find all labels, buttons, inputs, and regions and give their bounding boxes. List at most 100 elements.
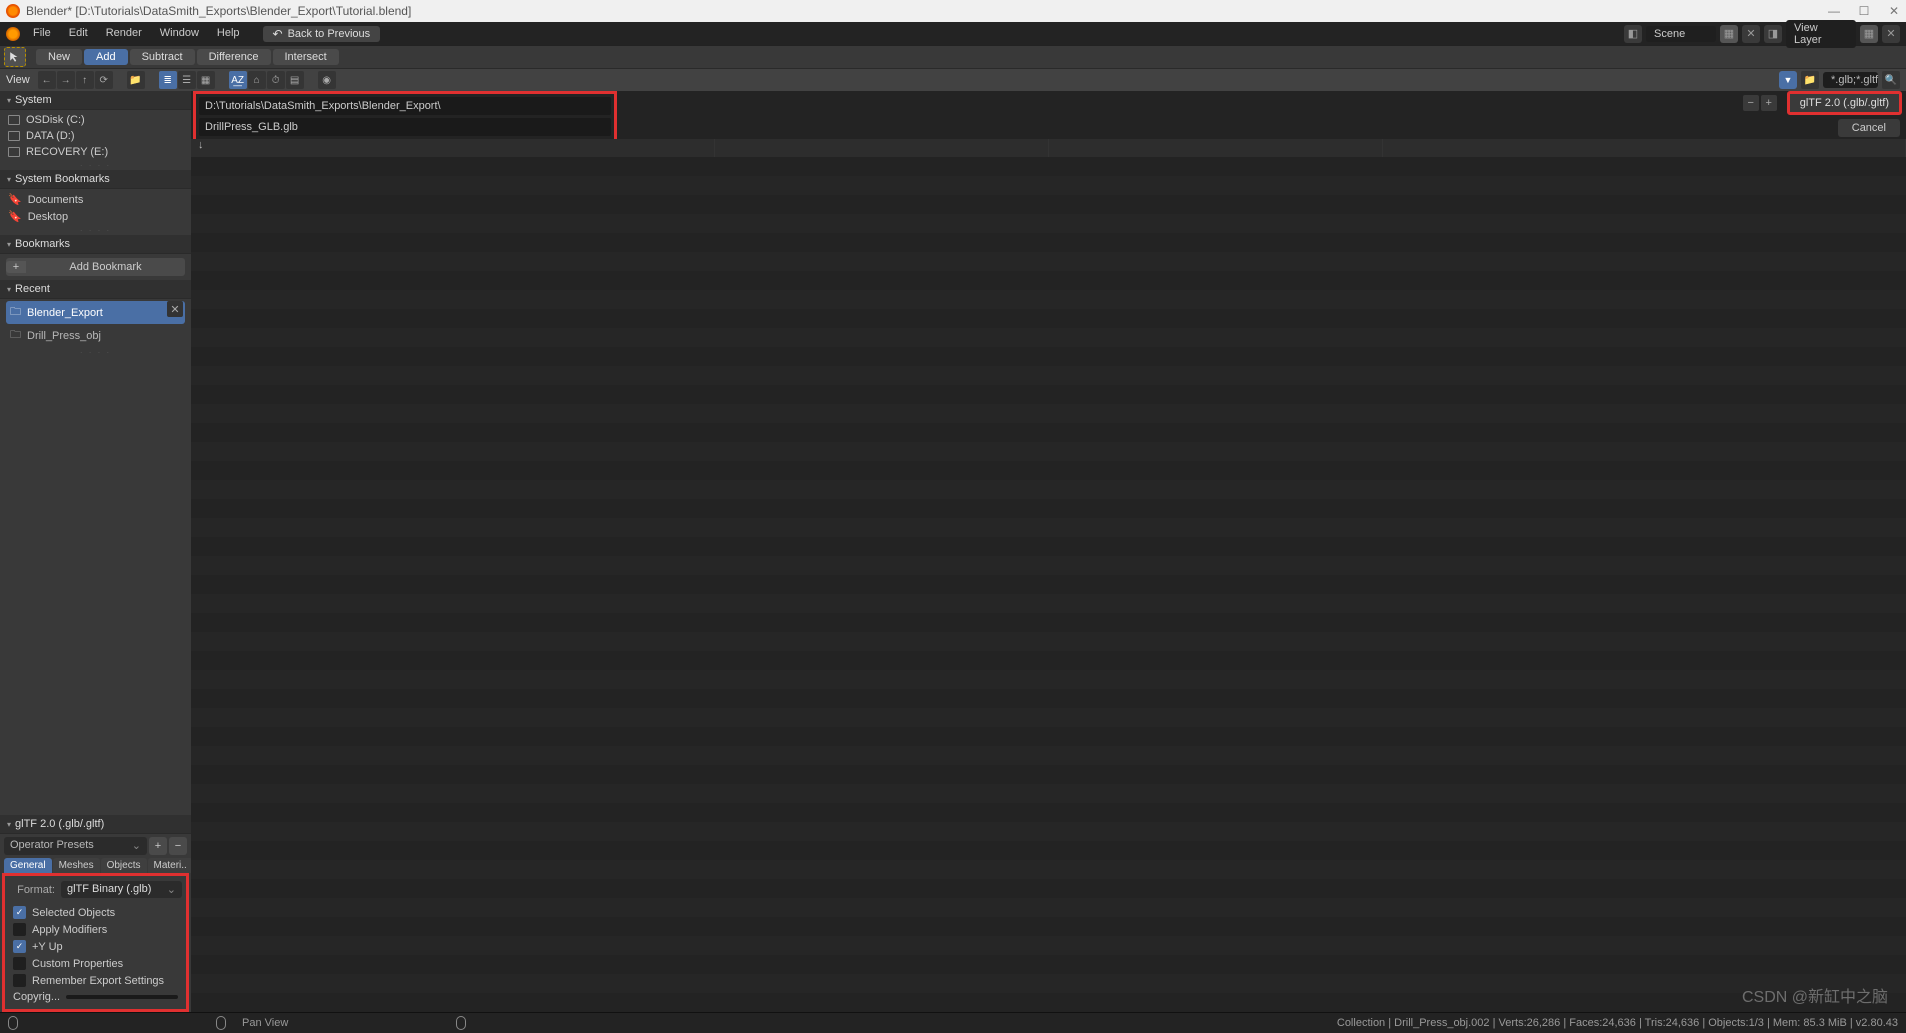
col-extra[interactable] (1383, 139, 1906, 157)
option-custom-properties[interactable]: Custom Properties (9, 955, 182, 972)
nav-back-icon[interactable]: ← (38, 71, 56, 89)
recent-header[interactable]: Recent (0, 280, 191, 299)
menu-edit[interactable]: Edit (60, 22, 97, 45)
preset-add-icon[interactable]: + (149, 837, 167, 855)
format-dropdown[interactable]: glTF Binary (.glb) (61, 881, 182, 898)
option-apply-modifiers[interactable]: Apply Modifiers (9, 921, 182, 938)
main-menubar: File Edit Render Window Help Back to Pre… (0, 22, 1906, 45)
show-hidden-icon[interactable]: ◉ (318, 71, 336, 89)
sort-ext-icon[interactable]: ⌂ (248, 71, 266, 89)
menu-render[interactable]: Render (97, 22, 151, 45)
tab-materials[interactable]: Materi.. (148, 858, 192, 873)
export-gltf-button[interactable]: glTF 2.0 (.glb/.gltf) (1787, 91, 1902, 115)
checkbox-icon[interactable] (13, 923, 26, 936)
sort-time-icon[interactable]: ⏱ (267, 71, 285, 89)
add-button[interactable]: Add (84, 49, 128, 65)
status-info: Collection | Drill_Press_obj.002 | Verts… (1337, 1017, 1898, 1029)
col-size[interactable] (1049, 139, 1383, 157)
bookmark-item[interactable]: 🔖Desktop (6, 208, 185, 225)
volume-item[interactable]: DATA (D:) (6, 128, 185, 144)
tab-general[interactable]: General (4, 858, 52, 873)
col-name[interactable]: ↓ (191, 139, 715, 157)
thumbnail-icon[interactable]: ▦ (197, 71, 215, 89)
viewlayer-browse-icon[interactable]: ▦ (1860, 25, 1878, 43)
menu-file[interactable]: File (24, 22, 60, 45)
export-header[interactable]: glTF 2.0 (.glb/.gltf) (0, 815, 191, 834)
hdd-icon (8, 147, 20, 157)
close-icon[interactable]: ✕ (1888, 4, 1900, 18)
scene-delete-icon[interactable]: ✕ (1742, 25, 1760, 43)
splitter[interactable]: · · · · (0, 227, 191, 235)
decrement-icon[interactable]: − (1743, 95, 1759, 111)
recent-item[interactable]: 🗀Blender_Export (6, 301, 185, 324)
view-menu[interactable]: View (6, 74, 30, 86)
option-y-up[interactable]: ✓+Y Up (9, 938, 182, 955)
scene-icon[interactable]: ◧ (1624, 25, 1642, 43)
intersect-button[interactable]: Intersect (273, 49, 339, 65)
menu-window[interactable]: Window (151, 22, 208, 45)
filter-icon[interactable]: ▼ (1779, 71, 1797, 89)
option-remember-settings[interactable]: Remember Export Settings (9, 972, 182, 989)
menu-help[interactable]: Help (208, 22, 249, 45)
subtract-button[interactable]: Subtract (130, 49, 195, 65)
search-icon[interactable]: 🔍 (1882, 71, 1900, 89)
add-bookmark-button[interactable]: +Add Bookmark (6, 258, 185, 276)
blender-icon[interactable] (2, 23, 24, 45)
filename-input[interactable]: DrillPress_GLB.glb (199, 118, 611, 136)
new-folder-icon[interactable]: 📁 (127, 71, 145, 89)
bool-toolbar: New Add Subtract Difference Intersect (0, 45, 1906, 68)
list-long-icon[interactable]: ☰ (178, 71, 196, 89)
new-button[interactable]: New (36, 49, 82, 65)
filter-folder-icon[interactable]: 📁 (1801, 71, 1819, 89)
viewlayer-delete-icon[interactable]: ✕ (1882, 25, 1900, 43)
cancel-button[interactable]: Cancel (1838, 119, 1900, 137)
scene-browse-icon[interactable]: ▦ (1720, 25, 1738, 43)
tab-meshes[interactable]: Meshes (53, 858, 100, 873)
recent-item[interactable]: 🗀Drill_Press_obj (6, 324, 185, 347)
sort-alpha-icon[interactable]: A͟Z (229, 71, 247, 89)
nav-refresh-icon[interactable]: ⟳ (95, 71, 113, 89)
volume-item[interactable]: OSDisk (C:) (6, 112, 185, 128)
checkbox-icon[interactable]: ✓ (13, 906, 26, 919)
system-bookmarks-header[interactable]: System Bookmarks (0, 170, 191, 189)
recent-delete-icon[interactable]: ✕ (167, 301, 183, 317)
minimize-icon[interactable]: — (1828, 4, 1840, 18)
checkbox-icon[interactable]: ✓ (13, 940, 26, 953)
nav-up-icon[interactable]: ↑ (76, 71, 94, 89)
sort-size-icon[interactable]: ▤ (286, 71, 304, 89)
option-selected-objects[interactable]: ✓Selected Objects (9, 904, 182, 921)
col-date[interactable] (715, 139, 1049, 157)
tab-objects[interactable]: Objects (101, 858, 147, 873)
copyright-input[interactable] (66, 995, 178, 999)
splitter[interactable]: · · · · (0, 349, 191, 357)
system-header[interactable]: System (0, 91, 191, 110)
cursor-tool-icon[interactable] (4, 47, 26, 67)
operator-presets-dropdown[interactable]: Operator Presets (4, 837, 147, 855)
difference-button[interactable]: Difference (197, 49, 271, 65)
file-toolbar: View ← → ↑ ⟳ 📁 ≣ ☰ ▦ A͟Z ⌂ ⏱ ▤ ◉ ▼ 📁 *.g… (0, 68, 1906, 91)
viewlayer-input[interactable]: View Layer (1786, 20, 1856, 48)
filter-input[interactable]: *.glb;*.gltf (1823, 72, 1878, 88)
scene-input[interactable]: Scene (1646, 26, 1716, 42)
status-bar: Pan View Collection | Drill_Press_obj.00… (0, 1012, 1906, 1033)
increment-icon[interactable]: + (1761, 95, 1777, 111)
folder-icon: 🗀 (10, 326, 21, 345)
bookmark-item[interactable]: 🔖Documents (6, 191, 185, 208)
maximize-icon[interactable]: ☐ (1858, 4, 1870, 18)
splitter[interactable]: · · · · (0, 162, 191, 170)
checkbox-icon[interactable] (13, 957, 26, 970)
viewlayer-icon[interactable]: ◨ (1764, 25, 1782, 43)
format-label: Format: (9, 884, 55, 896)
checkbox-icon[interactable] (13, 974, 26, 987)
bookmarks-header[interactable]: Bookmarks (0, 235, 191, 254)
nav-forward-icon[interactable]: → (57, 71, 75, 89)
mouse-icon (8, 1016, 18, 1030)
volume-item[interactable]: RECOVERY (E:) (6, 144, 185, 160)
directory-path-input[interactable]: D:\Tutorials\DataSmith_Exports\Blender_E… (199, 97, 611, 115)
back-to-previous-button[interactable]: Back to Previous (263, 26, 381, 42)
list-short-icon[interactable]: ≣ (159, 71, 177, 89)
copyright-label: Copyrig... (13, 991, 60, 1003)
window-controls: — ☐ ✕ (1828, 4, 1900, 18)
preset-remove-icon[interactable]: − (169, 837, 187, 855)
bookmark-icon: 🔖 (8, 210, 22, 223)
